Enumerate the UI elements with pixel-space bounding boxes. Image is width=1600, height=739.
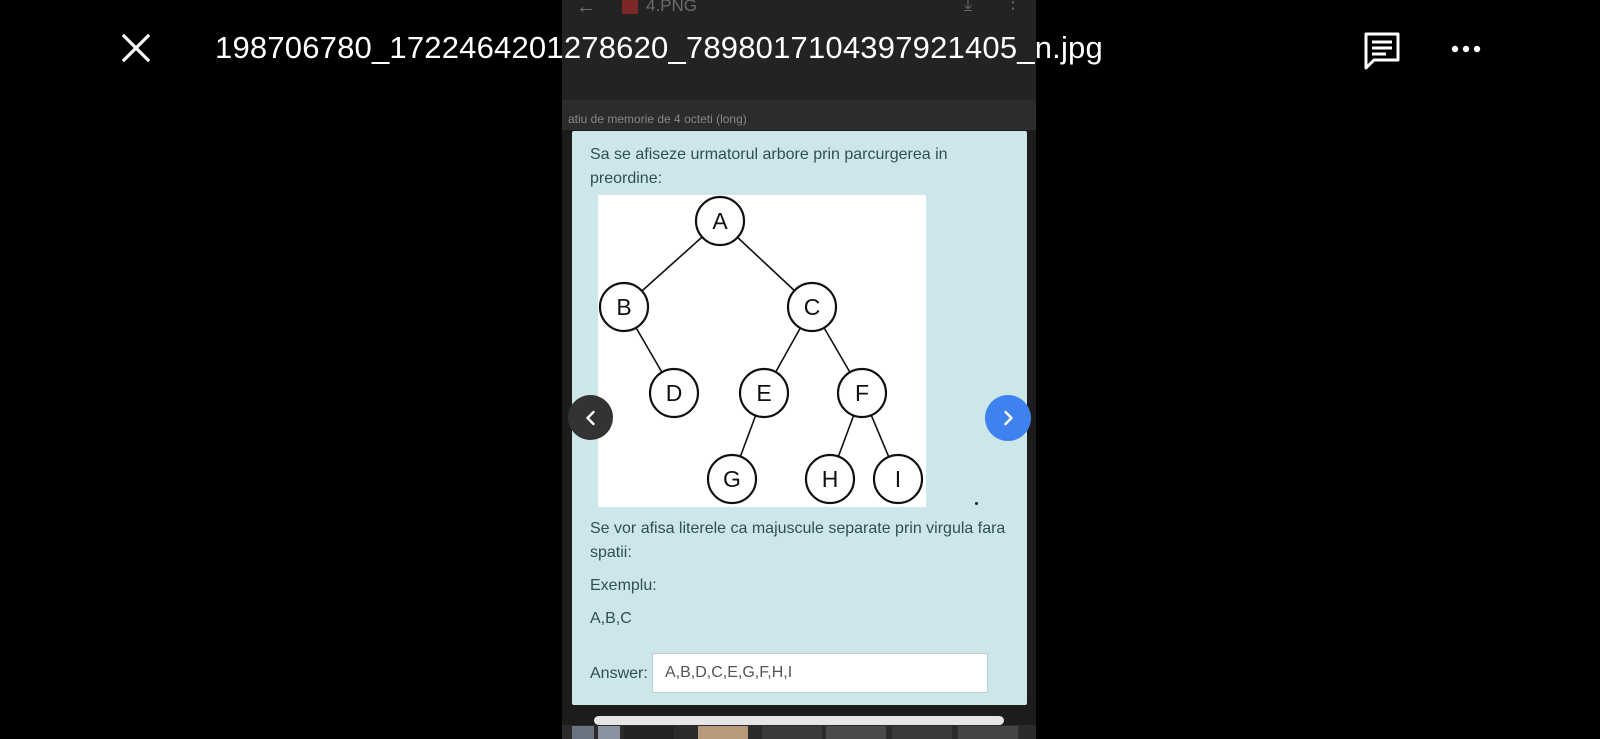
thumbnail[interactable] — [826, 726, 886, 739]
tree-edge-f-i — [870, 414, 890, 458]
answer-label: Answer: — [590, 665, 648, 682]
tree-node-i: I — [872, 453, 924, 505]
tree-node-c: C — [786, 281, 838, 333]
cursor-dot — [975, 502, 978, 505]
chevron-right-icon — [1004, 410, 1013, 426]
phone-strip-text: atiu de memorie de 4 octeti (long) — [568, 112, 747, 126]
tree-node-label: C — [804, 294, 821, 320]
tree-edge-c-f — [823, 327, 851, 373]
close-button[interactable] — [116, 28, 156, 68]
thumbnail[interactable] — [624, 726, 674, 739]
answer-input[interactable] — [652, 653, 988, 693]
binary-tree-diagram: A B C D E F G H I — [598, 195, 924, 505]
tree-edge-a-c — [736, 236, 796, 292]
tree-edge-c-e — [774, 327, 802, 373]
chevron-left-icon — [585, 410, 595, 425]
more-options-button[interactable] — [1446, 30, 1486, 70]
thumbnail[interactable] — [892, 726, 952, 739]
example-label: Exemplu: — [590, 577, 657, 594]
question-card: Sa se afiseze urmatorul arbore prin parc… — [572, 131, 1027, 705]
tree-node-h: H — [804, 453, 856, 505]
thumbnail[interactable] — [598, 726, 620, 739]
thumbnail[interactable] — [572, 726, 594, 739]
tree-node-label: G — [723, 466, 741, 492]
next-image-button[interactable] — [985, 395, 1031, 441]
phone-scrollbar[interactable] — [594, 716, 1004, 725]
tree-edge-e-g — [739, 415, 757, 457]
photo-image: ← 4.PNG ⤓ ⋮ atiu de memorie de 4 octeti … — [562, 0, 1036, 739]
tree-node-label: D — [666, 380, 683, 406]
tree-node-label: A — [712, 208, 728, 234]
file-title: 198706780_1722464201278620_7898017104397… — [215, 30, 1103, 65]
phone-page-strip: atiu de memorie de 4 octeti (long) — [562, 100, 1036, 130]
tree-node-label: E — [756, 380, 771, 406]
more-horizontal-icon — [1451, 45, 1481, 53]
previous-image-button[interactable] — [568, 395, 613, 440]
question-prompt: Sa se afiseze urmatorul arbore prin parc… — [590, 146, 948, 187]
tree-node-label: F — [855, 380, 869, 406]
tree-node-f: F — [836, 367, 888, 419]
taskbar-thumbnails — [562, 725, 1036, 739]
close-icon — [121, 33, 151, 63]
binary-tree-figure: A B C D E F G H I — [598, 195, 926, 507]
thumbnail[interactable] — [958, 726, 1018, 739]
tree-node-e: E — [738, 367, 790, 419]
example-value: A,B,C — [590, 610, 632, 627]
thumbnail[interactable] — [762, 726, 822, 739]
thumbnail[interactable] — [698, 726, 748, 739]
tree-node-label: B — [616, 294, 631, 320]
tree-node-d: D — [648, 367, 700, 419]
comment-button[interactable] — [1362, 30, 1402, 70]
tree-node-label: H — [822, 466, 839, 492]
tree-edge-b-d — [635, 327, 663, 373]
tree-node-a: A — [694, 195, 746, 247]
comment-icon — [1364, 32, 1400, 70]
tree-edge-a-b — [641, 236, 703, 292]
tree-edge-f-h — [837, 415, 855, 457]
tree-node-label: I — [895, 466, 901, 492]
format-instructions: Se vor afisa literele ca majuscule separ… — [590, 520, 1006, 561]
tree-node-g: G — [706, 453, 758, 505]
tree-node-b: B — [598, 281, 650, 333]
viewer-toolbar: 198706780_1722464201278620_7898017104397… — [0, 0, 1600, 100]
